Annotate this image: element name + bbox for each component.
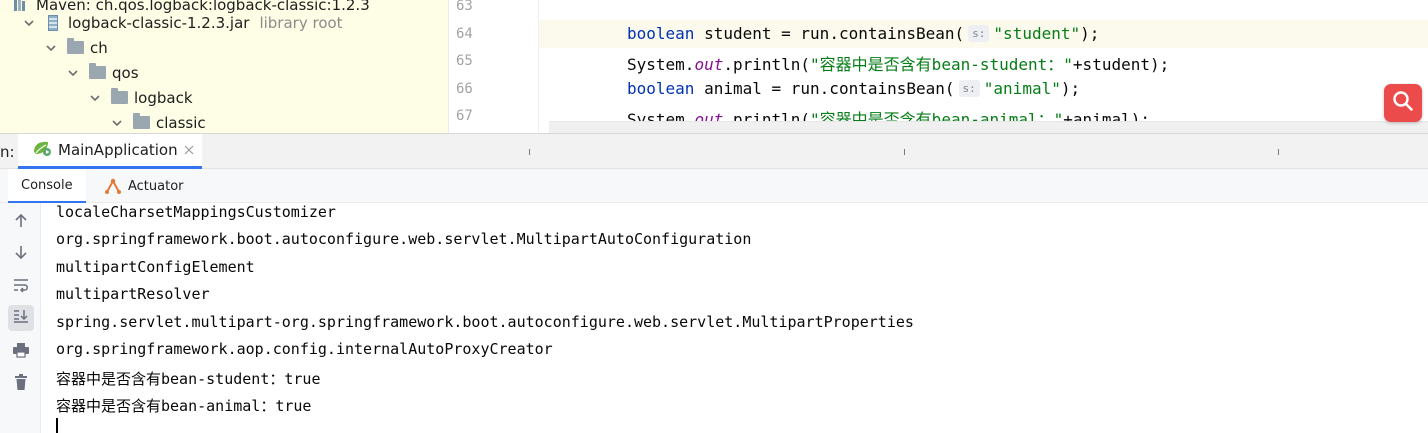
- tree-item-label: qos: [112, 63, 139, 82]
- code-line-66[interactable]: boolean animal = run.containsBean(s: "ani…: [627, 79, 1080, 98]
- package-folder-icon: [110, 88, 128, 106]
- toolbar-separator: [904, 149, 905, 155]
- console-line: 容器中是否含有bean-student：true: [56, 370, 321, 388]
- tab-console[interactable]: Console: [8, 169, 86, 203]
- tree-item-jar[interactable]: logback-classic-1.2.3.jar library root: [0, 10, 343, 35]
- console-line: multipartConfigElement: [56, 258, 255, 276]
- code-keyword: boolean: [627, 79, 695, 98]
- code-line-65[interactable]: System.out.println("容器中是否含有bean-student：…: [627, 51, 1169, 75]
- arrow-down-icon: [13, 244, 29, 264]
- code-text: .containsBean(: [829, 24, 965, 43]
- chevron-down-icon[interactable]: [22, 16, 36, 30]
- code-text: .println(: [723, 55, 811, 74]
- spring-boot-run-icon: [32, 139, 52, 161]
- parameter-hint: s:: [968, 25, 990, 42]
- chevron-down-icon[interactable]: [44, 41, 58, 55]
- tree-item-label: logback-classic-1.2.3.jar: [68, 13, 250, 32]
- parameter-hint: s:: [958, 80, 980, 97]
- toolbar-separator: [529, 149, 530, 155]
- code-text: animal =: [694, 79, 791, 98]
- library-root-hint: library root: [259, 13, 343, 32]
- print-button[interactable]: [8, 339, 34, 365]
- up-stack-frame-button[interactable]: [8, 210, 34, 236]
- code-keyword: boolean: [627, 24, 695, 43]
- run-sub-tabs: Console Actuator: [0, 169, 1428, 203]
- soft-wrap-button[interactable]: [8, 274, 34, 300]
- code-static-field: out: [694, 55, 724, 74]
- package-folder-icon: [132, 113, 150, 131]
- line-number: 65: [456, 53, 473, 69]
- console-line: org.springframework.boot.autoconfigure.w…: [56, 230, 752, 248]
- run-tab-mainapplication[interactable]: MainApplication: [18, 134, 202, 169]
- trash-icon: [13, 373, 29, 395]
- chevron-down-icon[interactable]: [110, 116, 124, 130]
- code-line-64[interactable]: boolean student = run.containsBean(s: "st…: [627, 24, 1099, 43]
- run-window-title: n:: [0, 143, 15, 161]
- line-number: 66: [456, 81, 473, 97]
- down-stack-frame-button[interactable]: [8, 241, 34, 267]
- tree-item-label: logback: [134, 88, 193, 107]
- toolbar-separator: [1278, 149, 1279, 155]
- package-folder-icon: [66, 38, 84, 56]
- search-icon: [1391, 89, 1415, 117]
- scroll-to-end-button[interactable]: [8, 305, 34, 331]
- package-folder-icon: [88, 63, 106, 81]
- print-icon: [12, 342, 30, 362]
- project-tree: Maven: ch.qos.logback:logback-classic:1.…: [0, 0, 448, 133]
- actuator-icon: [104, 177, 122, 195]
- console-output[interactable]: localeCharsetMappingsCustomizer org.spri…: [41, 203, 1428, 433]
- code-string: "student": [993, 24, 1081, 43]
- soft-wrap-icon: [12, 277, 30, 297]
- code-text: +student);: [1072, 55, 1170, 74]
- console-line: multipartResolver: [56, 285, 210, 303]
- console-line: spring.servlet.multipart-org.springframe…: [56, 313, 914, 331]
- close-icon[interactable]: [184, 145, 194, 155]
- line-number: 67: [456, 108, 473, 124]
- editor-gutter: 63 64 65 66 67: [448, 0, 538, 133]
- run-tool-window-header: n: MainApplication: [0, 133, 1428, 169]
- jar-icon: [44, 14, 62, 31]
- tab-console-label: Console: [21, 177, 73, 193]
- code-text: );: [1060, 79, 1081, 98]
- floating-search-button[interactable]: [1384, 84, 1422, 122]
- chevron-down-icon[interactable]: [66, 66, 80, 80]
- code-variable: run: [800, 24, 830, 43]
- console-line: 容器中是否含有bean-animal：true: [56, 397, 312, 415]
- text-caret: [56, 418, 58, 433]
- arrow-up-icon: [13, 213, 29, 233]
- line-number: 63: [456, 0, 473, 14]
- code-editor[interactable]: boolean student = run.containsBean(s: "st…: [538, 0, 1428, 133]
- clear-all-button[interactable]: [8, 371, 34, 397]
- tree-item-classic[interactable]: classic: [0, 110, 206, 133]
- tree-item-logback[interactable]: logback: [0, 85, 193, 110]
- tree-item-qos[interactable]: qos: [0, 60, 139, 85]
- tree-item-label: ch: [90, 38, 108, 57]
- console-toolbar: [0, 203, 41, 433]
- code-text: );: [1080, 24, 1100, 43]
- console-line: localeCharsetMappingsCustomizer: [56, 203, 336, 221]
- line-number: 64: [456, 26, 473, 42]
- code-text: System.: [627, 55, 695, 74]
- code-variable: run: [790, 79, 820, 98]
- code-text: student =: [694, 24, 801, 43]
- code-text: .containsBean(: [819, 79, 955, 98]
- chevron-down-icon[interactable]: [88, 91, 102, 105]
- tab-actuator-label: Actuator: [128, 178, 184, 194]
- code-string: "容器中是否含有bean-student：": [810, 55, 1073, 74]
- tree-item-label: classic: [156, 113, 206, 132]
- tab-actuator[interactable]: Actuator: [102, 169, 186, 203]
- tree-item-ch[interactable]: ch: [0, 35, 108, 60]
- horizontal-scrollbar[interactable]: [549, 121, 1428, 133]
- scroll-to-end-icon: [12, 308, 30, 328]
- code-string: "animal": [983, 79, 1061, 98]
- run-tab-label: MainApplication: [58, 141, 178, 159]
- console-line: org.springframework.aop.config.internalA…: [56, 340, 553, 358]
